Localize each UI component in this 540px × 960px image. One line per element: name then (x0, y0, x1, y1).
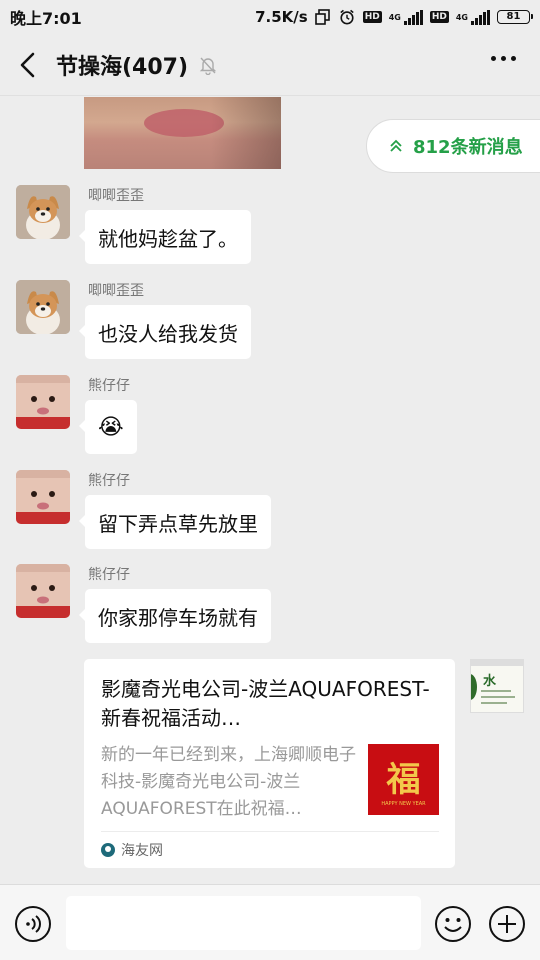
plus-icon (489, 906, 525, 942)
link-card-title: 影魔奇光电公司-波兰AQUAFOREST-新春祝福活动… (101, 677, 430, 730)
status-bar: 晚上7:01 7.5K/s HD 4G HD 4G 81 (0, 0, 540, 34)
alarm-icon (339, 9, 354, 25)
link-card-source: 海友网 (121, 843, 163, 859)
link-card-footer: 海友网 (101, 831, 439, 868)
message-bubble[interactable]: 也没人给我发货 (79, 305, 251, 359)
link-card[interactable]: 影魔奇光电公司-波兰AQUAFOREST-新春祝福活动… 新的一年已经到来，上海… (84, 659, 455, 868)
more-actions-button[interactable] (488, 905, 526, 943)
input-bar (0, 884, 540, 960)
sender-name: 熊仔仔 (88, 567, 130, 583)
message-item: 熊仔仔 留下弄点草先放里 (16, 470, 516, 552)
link-card-description: 新的一年已经到来，上海卿顺电子科技-影魔奇光电公司-波兰AQUAFOREST在此… (101, 745, 356, 819)
screen-mirror-icon (314, 9, 330, 25)
status-indicators: 7.5K/s HD 4G HD 4G 81 (255, 8, 533, 26)
more-options-button[interactable] (491, 56, 516, 61)
battery-icon: 81 (497, 10, 533, 24)
status-time: 晚上7:01 (10, 9, 82, 28)
chevron-left-icon (20, 52, 35, 77)
sender-name: 熊仔仔 (88, 473, 130, 489)
signal-icon-1 (403, 9, 423, 25)
forward-thumbnail-character: 水 (483, 674, 497, 689)
hd-icon-2: HD (429, 11, 449, 23)
voice-input-button[interactable] (14, 905, 52, 943)
network-type-2: 4G (455, 13, 468, 22)
thumbnail-caption: HAPPY NEW YEAR (381, 801, 426, 807)
hd-icon: HD (362, 11, 382, 23)
message-list[interactable]: 812条新消息 唧唧歪歪 就他妈趁盆了。 唧唧歪歪 也没人给我发货 熊仔仔 😭 … (0, 97, 540, 884)
sender-name: 唧唧歪歪 (88, 188, 144, 204)
forward-thumbnail[interactable]: 水 (470, 659, 524, 713)
smiley-icon (435, 906, 471, 942)
link-card-body: 新的一年已经到来，上海卿顺电子科技-影魔奇光电公司-波兰AQUAFOREST在此… (101, 742, 439, 825)
back-button[interactable] (0, 34, 56, 96)
message-item: 唧唧歪歪 就他妈趁盆了。 (16, 185, 516, 267)
new-messages-label: 812条新消息 (413, 137, 523, 158)
link-card-thumbnail: 福 HAPPY NEW YEAR (368, 744, 439, 815)
message-item: 唧唧歪歪 也没人给我发货 (16, 280, 516, 362)
sender-name: 熊仔仔 (88, 378, 130, 394)
signal-icon-2 (471, 9, 490, 25)
source-logo-icon (101, 843, 115, 857)
network-speed: 7.5K/s (255, 8, 308, 26)
image-message[interactable] (84, 97, 281, 169)
voice-icon (15, 906, 51, 942)
avatar[interactable] (16, 470, 70, 524)
avatar[interactable] (16, 564, 70, 618)
message-item: 熊仔仔 你家那停车场就有 (16, 564, 516, 646)
message-input[interactable] (66, 896, 421, 950)
chat-title: 节操海(407) (56, 54, 189, 80)
avatar[interactable] (16, 185, 70, 239)
avatar[interactable] (16, 375, 70, 429)
new-messages-button[interactable]: 812条新消息 (366, 119, 540, 173)
message-bubble[interactable]: 就他妈趁盆了。 (79, 210, 251, 264)
chat-header: 节操海(407) (0, 34, 540, 96)
double-chevron-up-icon (390, 139, 402, 152)
sender-name: 唧唧歪歪 (88, 283, 144, 299)
emoji-button[interactable] (434, 905, 472, 943)
message-bubble[interactable]: 你家那停车场就有 (79, 589, 271, 643)
message-item: 熊仔仔 😭 (16, 375, 516, 457)
message-bubble[interactable]: 😭 (79, 400, 137, 454)
avatar[interactable] (16, 280, 70, 334)
message-bubble[interactable]: 留下弄点草先放里 (79, 495, 271, 549)
thumbnail-character: 福 (386, 760, 421, 800)
mute-bell-icon (198, 55, 218, 75)
network-type-1: 4G (388, 13, 401, 22)
